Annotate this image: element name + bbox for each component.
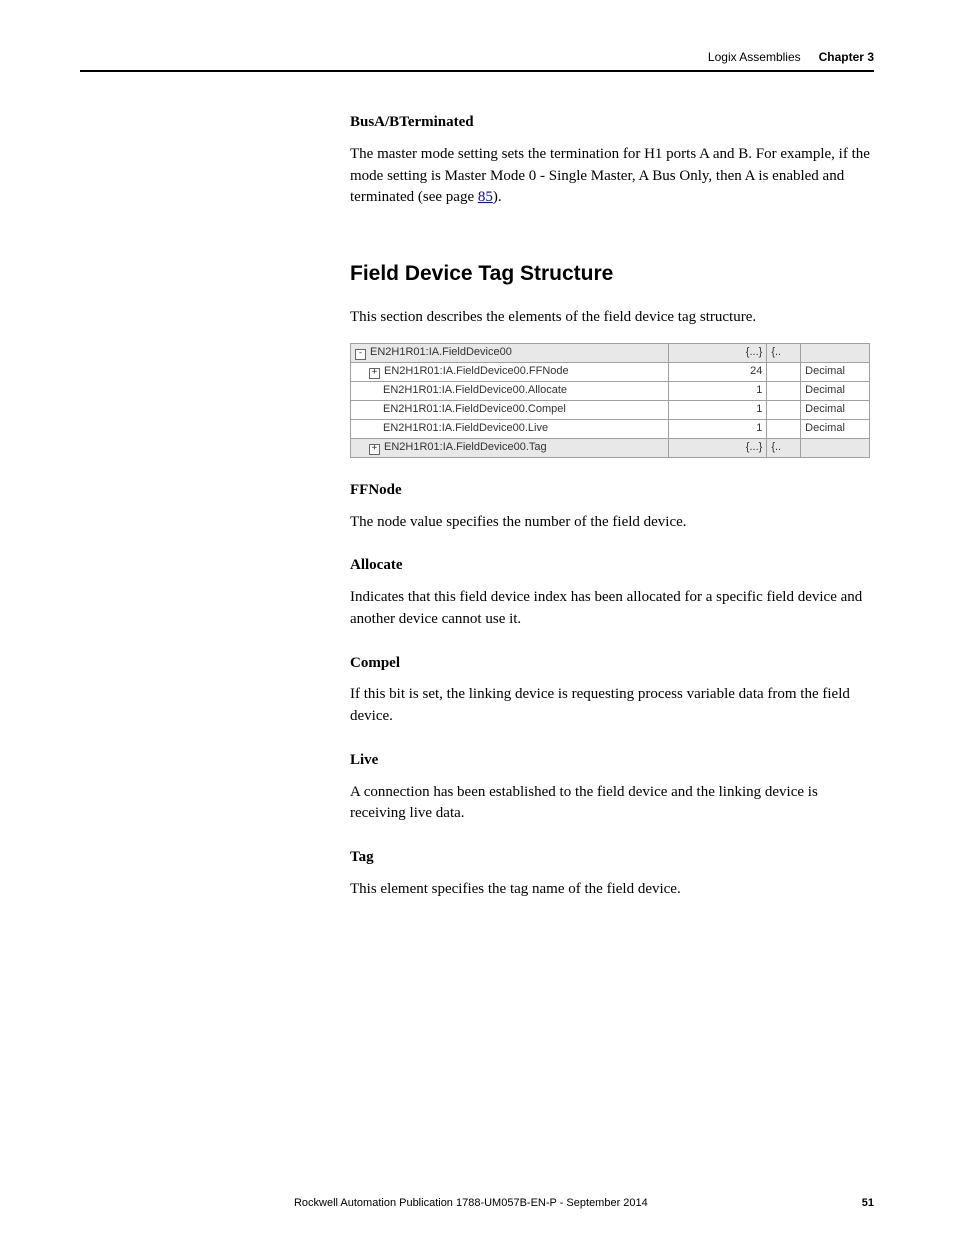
tag-structure-table: -EN2H1R01:IA.FieldDevice00{...}{..+EN2H1… (350, 343, 870, 458)
para-section-intro: This section describes the elements of t… (350, 307, 874, 329)
table-row: + EN2H1R01:IA.FieldDevice00.FFNode 24 Decim… (351, 363, 870, 382)
header-chapter-label: Chapter 3 (819, 50, 874, 64)
para-busab-text-a: The master mode setting sets the termina… (350, 146, 870, 206)
definition-text: If this bit is set, the linking device i… (350, 684, 874, 728)
tag-name-text: EN2H1R01:IA.FieldDevice00.Live (383, 422, 548, 434)
cell-extra (767, 382, 801, 401)
cell-value: 1 (669, 401, 767, 420)
page-footer: Rockwell Automation Publication 1788-UM0… (80, 1197, 874, 1209)
cell-value: {...} (669, 438, 767, 457)
definition-heading: FFNode (350, 480, 874, 502)
cell-extra: {.. (767, 344, 801, 363)
cell-tag-name: EN2H1R01:IA.FieldDevice00.Compel (351, 401, 669, 420)
header-section-title: Logix Assemblies (708, 50, 801, 64)
cell-extra (767, 363, 801, 382)
cell-extra (767, 419, 801, 438)
cell-type: Decimal (801, 419, 870, 438)
table-row: EN2H1R01:IA.FieldDevice00.Allocate 1 Decim… (351, 382, 870, 401)
cell-value: {...} (669, 344, 767, 363)
cell-value: 1 (669, 382, 767, 401)
definition-heading: Tag (350, 847, 874, 869)
table-row: EN2H1R01:IA.FieldDevice00.Live 1 Decimal (351, 419, 870, 438)
cell-type: Decimal (801, 382, 870, 401)
cell-type (801, 438, 870, 457)
heading-busab: BusA/BTerminated (350, 112, 874, 134)
footer-page-number: 51 (862, 1197, 874, 1209)
cell-value: 24 (669, 363, 767, 382)
tree-toggle-icon[interactable]: + (369, 368, 380, 379)
table-row: -EN2H1R01:IA.FieldDevice00{...}{.. (351, 344, 870, 363)
definition-text: The node value specifies the number of t… (350, 512, 874, 534)
main-content: BusA/BTerminated The master mode setting… (350, 112, 874, 901)
para-busab: The master mode setting sets the termina… (350, 144, 874, 209)
cell-tag-name: -EN2H1R01:IA.FieldDevice00 (351, 344, 669, 363)
definition-heading: Allocate (350, 555, 874, 577)
cell-extra: {.. (767, 438, 801, 457)
table-row: + EN2H1R01:IA.FieldDevice00.Tag {...}{.. (351, 438, 870, 457)
heading-field-device-tag-structure: Field Device Tag Structure (350, 259, 874, 289)
tag-name-text: EN2H1R01:IA.FieldDevice00.Compel (383, 403, 566, 415)
tree-toggle-icon[interactable]: + (369, 444, 380, 455)
tree-toggle-icon[interactable]: - (355, 349, 366, 360)
cell-type: Decimal (801, 363, 870, 382)
tag-name-text: EN2H1R01:IA.FieldDevice00 (370, 346, 512, 358)
cell-extra (767, 401, 801, 420)
definition-text: This element specifies the tag name of t… (350, 879, 874, 901)
cell-tag-name: EN2H1R01:IA.FieldDevice00.Live (351, 419, 669, 438)
para-busab-text-b: ). (493, 189, 502, 205)
tag-name-text: EN2H1R01:IA.FieldDevice00.FFNode (384, 365, 569, 377)
header-rule (80, 70, 874, 72)
page-header: Logix Assemblies Chapter 3 (80, 50, 874, 70)
footer-publication: Rockwell Automation Publication 1788-UM0… (80, 1197, 862, 1209)
definition-text: Indicates that this field device index h… (350, 587, 874, 631)
tag-name-text: EN2H1R01:IA.FieldDevice00.Allocate (383, 384, 567, 396)
table-row: EN2H1R01:IA.FieldDevice00.Compel 1 Decimal (351, 401, 870, 420)
definition-heading: Live (350, 750, 874, 772)
cell-tag-name: + EN2H1R01:IA.FieldDevice00.Tag (351, 438, 669, 457)
cell-type: Decimal (801, 401, 870, 420)
cell-tag-name: + EN2H1R01:IA.FieldDevice00.FFNode (351, 363, 669, 382)
page-link-85[interactable]: 85 (478, 189, 493, 205)
cell-value: 1 (669, 419, 767, 438)
cell-type (801, 344, 870, 363)
definition-text: A connection has been established to the… (350, 782, 874, 826)
tag-name-text: EN2H1R01:IA.FieldDevice00.Tag (384, 441, 547, 453)
definition-heading: Compel (350, 653, 874, 675)
cell-tag-name: EN2H1R01:IA.FieldDevice00.Allocate (351, 382, 669, 401)
